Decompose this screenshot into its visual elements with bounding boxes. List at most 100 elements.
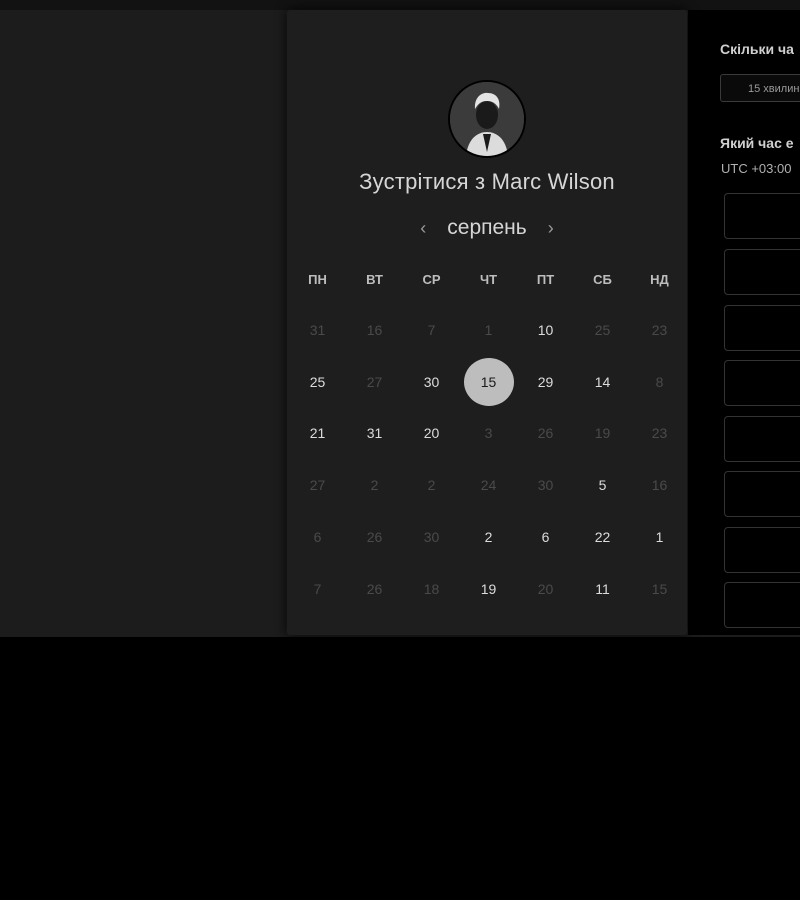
month-label: серпень <box>447 216 527 239</box>
booking-title: Зустрітися з Marc Wilson <box>287 169 687 195</box>
calendar-day-number: 25 <box>594 321 611 338</box>
time-slot[interactable] <box>724 193 800 239</box>
weekday-label: СБ <box>593 272 612 287</box>
duration-select[interactable]: 15 хвилин <box>720 74 800 102</box>
calendar-day: 7 <box>403 304 460 356</box>
calendar-day: 2 <box>403 459 460 511</box>
calendar-day: 23 <box>631 304 688 356</box>
calendar-day[interactable]: 25 <box>289 356 346 408</box>
time-slot[interactable] <box>724 360 800 406</box>
chevron-right-icon[interactable]: › <box>543 219 559 237</box>
calendar-grid: 31 16 7 1 10 25 23 25 27 30 15 29 14 8 21 31 20 3 26 19 23 27… <box>289 304 685 615</box>
calendar-day-number: 3 <box>484 425 493 442</box>
weekday-label: ПТ <box>536 272 555 287</box>
calendar-day[interactable]: 22 <box>574 511 631 563</box>
calendar-day-number: 20 <box>423 425 440 442</box>
time-slot[interactable] <box>724 416 800 462</box>
calendar-day[interactable]: 14 <box>574 356 631 408</box>
host-name: Marc Wilson <box>491 169 615 194</box>
calendar-day[interactable]: 10 <box>517 304 574 356</box>
calendar-day-number: 25 <box>309 373 326 390</box>
calendar-day: 15 <box>631 563 688 615</box>
calendar-day-number: 1 <box>484 321 493 338</box>
calendar-day[interactable]: 31 <box>346 408 403 460</box>
calendar-day: 23 <box>631 408 688 460</box>
top-edge <box>0 0 800 10</box>
time-slot[interactable] <box>724 305 800 351</box>
duration-label: Скільки ча <box>720 41 794 57</box>
calendar-day: 8 <box>631 356 688 408</box>
calendar-day-number: 26 <box>537 425 554 442</box>
calendar-day-number: 16 <box>651 477 668 494</box>
calendar-day: 30 <box>517 459 574 511</box>
calendar-day-number: 5 <box>598 477 607 494</box>
calendar-day-number: 2 <box>427 477 436 494</box>
calendar-day-number: 30 <box>423 373 440 390</box>
calendar-day[interactable]: 11 <box>574 563 631 615</box>
calendar-day[interactable]: 2 <box>460 511 517 563</box>
calendar-day-number: 31 <box>309 321 326 338</box>
time-slot[interactable] <box>724 582 800 628</box>
calendar-day-number: 10 <box>537 321 554 338</box>
time-selection-panel: Скільки ча 15 хвилин Який час е UTC +03:… <box>688 10 800 635</box>
timezone-label[interactable]: UTC +03:00 <box>721 161 791 176</box>
weekday-label: СР <box>422 272 441 287</box>
time-label: Який час е <box>720 135 794 151</box>
calendar-day-number: 15 <box>651 580 668 597</box>
calendar-day[interactable]: 19 <box>460 563 517 615</box>
time-slot[interactable] <box>724 471 800 517</box>
calendar-day: 3 <box>460 408 517 460</box>
calendar-day-number: 26 <box>366 529 383 546</box>
calendar-day-number: 14 <box>594 373 611 390</box>
calendar-day-number: 31 <box>366 425 383 442</box>
calendar-day[interactable]: 6 <box>517 511 574 563</box>
weekday-header: ПН ВТ СР ЧТ ПТ СБ НД <box>289 272 685 287</box>
calendar-day[interactable]: 30 <box>403 356 460 408</box>
calendar-day-selected[interactable]: 15 <box>460 356 517 408</box>
calendar-day: 30 <box>403 511 460 563</box>
calendar-day-number: 16 <box>366 321 383 338</box>
calendar-day-number: 22 <box>594 529 611 546</box>
weekday-label: ПН <box>308 272 327 287</box>
weekday-label: НД <box>650 272 669 287</box>
calendar-day-number: 23 <box>651 425 668 442</box>
calendar-day-number: 18 <box>423 580 440 597</box>
calendar-day: 27 <box>289 459 346 511</box>
calendar-day[interactable]: 29 <box>517 356 574 408</box>
calendar-day: 26 <box>346 563 403 615</box>
calendar-day-number: 19 <box>480 580 497 597</box>
month-navigation: ‹ серпень › <box>287 213 687 243</box>
calendar-day-number: 15 <box>463 357 514 406</box>
calendar-card: Зустрітися з Marc Wilson ‹ серпень › ПН В… <box>287 10 687 635</box>
calendar-day-number: 23 <box>651 321 668 338</box>
calendar-day-number: 2 <box>484 529 493 546</box>
calendar-day-number: 11 <box>595 580 610 597</box>
calendar-day: 19 <box>574 408 631 460</box>
calendar-day: 20 <box>517 563 574 615</box>
calendar-day-number: 24 <box>480 477 497 494</box>
calendar-day-number: 21 <box>309 425 326 442</box>
calendar-day-number: 26 <box>366 580 383 597</box>
calendar-day: 16 <box>631 459 688 511</box>
calendar-day-number: 29 <box>537 373 554 390</box>
calendar-day-number: 30 <box>423 529 440 546</box>
calendar-day: 25 <box>574 304 631 356</box>
chevron-left-icon[interactable]: ‹ <box>415 219 431 237</box>
calendar-day[interactable]: 5 <box>574 459 631 511</box>
calendar-day-number: 2 <box>370 477 379 494</box>
calendar-day-number: 19 <box>594 425 611 442</box>
calendar-day-number: 27 <box>309 477 326 494</box>
calendar-day: 1 <box>460 304 517 356</box>
time-slot[interactable] <box>724 527 800 573</box>
calendar-day-number: 8 <box>655 373 664 390</box>
calendar-day-number: 6 <box>541 529 550 546</box>
calendar-day: 18 <box>403 563 460 615</box>
calendar-day: 31 <box>289 304 346 356</box>
calendar-day[interactable]: 20 <box>403 408 460 460</box>
calendar-day: 26 <box>346 511 403 563</box>
calendar-day[interactable]: 21 <box>289 408 346 460</box>
calendar-day[interactable]: 1 <box>631 511 688 563</box>
time-slot[interactable] <box>724 249 800 295</box>
calendar-day: 7 <box>289 563 346 615</box>
calendar-day-number: 27 <box>366 373 383 390</box>
